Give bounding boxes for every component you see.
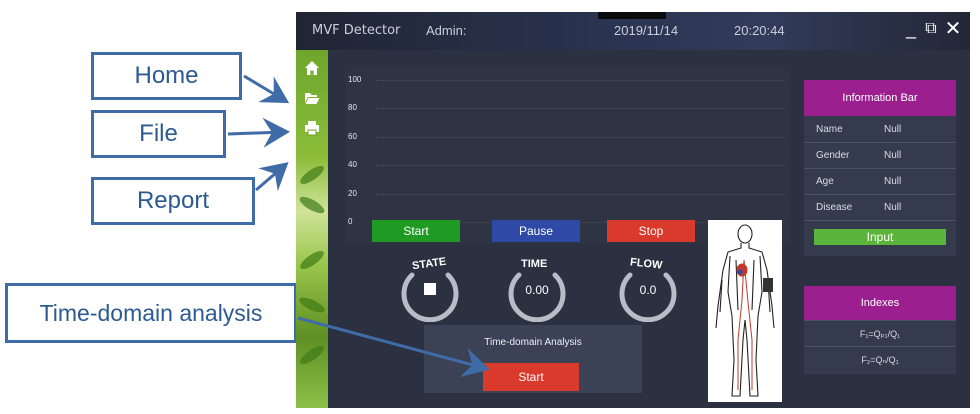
stop-button[interactable]: Stop bbox=[607, 220, 695, 242]
indexes-header: Indexes bbox=[804, 286, 956, 320]
bamboo-leaf-decor bbox=[297, 193, 327, 217]
input-button[interactable]: Input bbox=[814, 229, 946, 245]
flow-value: 0.0 bbox=[639, 283, 657, 297]
bamboo-leaf-decor bbox=[297, 247, 327, 273]
file-callout-text: File bbox=[139, 120, 178, 147]
home-icon[interactable] bbox=[304, 60, 320, 76]
info-row-disease: Disease Null bbox=[804, 194, 956, 221]
app-window: MVF Detector Admin: 2019/11/14 20:20:44 … bbox=[296, 12, 970, 408]
y-tick-label: 0 bbox=[348, 217, 353, 226]
info-row-name: Name Null bbox=[804, 116, 956, 143]
gridline bbox=[376, 193, 786, 195]
close-button[interactable]: ✕ bbox=[942, 18, 964, 40]
index-f1: F₁=Qₚ₁/Q₁ bbox=[804, 320, 956, 347]
gridline bbox=[376, 136, 786, 138]
report-callout-text: Report bbox=[136, 187, 210, 214]
info-label: Age bbox=[816, 176, 834, 187]
info-row-gender: Gender Null bbox=[804, 142, 956, 169]
gridline bbox=[376, 108, 786, 110]
time-domain-callout-text: Time-domain analysis bbox=[39, 299, 263, 326]
folder-open-icon[interactable] bbox=[304, 90, 320, 106]
y-tick-label: 80 bbox=[348, 103, 357, 113]
info-row-age: Age Null bbox=[804, 168, 956, 195]
time-domain-title: Time-domain Analysis bbox=[484, 337, 582, 348]
waveform-chart: 100 80 60 40 20 0 bbox=[346, 66, 790, 244]
start-button[interactable]: Start bbox=[372, 220, 460, 242]
info-label: Name bbox=[816, 124, 843, 135]
report-arrow bbox=[255, 162, 289, 192]
y-tick-label: 20 bbox=[348, 188, 357, 198]
gridline bbox=[376, 165, 786, 167]
minimize-button[interactable]: _ bbox=[900, 18, 922, 40]
bamboo-leaf-decor bbox=[297, 162, 327, 188]
time-label: TIME bbox=[521, 258, 548, 270]
pause-button[interactable]: Pause bbox=[492, 220, 580, 242]
file-arrow bbox=[227, 117, 290, 148]
time-display: 20:20:44 bbox=[734, 23, 785, 38]
info-value: Null bbox=[884, 150, 902, 161]
title-bar: MVF Detector Admin: 2019/11/14 20:20:44 … bbox=[296, 12, 970, 50]
report-callout: Report bbox=[91, 177, 255, 225]
info-label: Gender bbox=[816, 150, 850, 161]
info-value: Null bbox=[884, 202, 902, 213]
time-domain-panel: Time-domain Analysis Start bbox=[424, 325, 642, 393]
time-value: 0.00 bbox=[525, 283, 549, 297]
time-domain-callout: Time-domain analysis bbox=[5, 283, 297, 343]
home-callout: Home bbox=[91, 52, 242, 100]
admin-label: Admin: bbox=[426, 23, 467, 38]
home-callout-text: Home bbox=[134, 62, 199, 89]
home-arrow bbox=[243, 74, 290, 104]
app-title: MVF Detector bbox=[312, 23, 401, 38]
indexes-panel: Indexes F₁=Qₚ₁/Q₁ F₂=Qₙ/Q₁ bbox=[804, 286, 956, 374]
stop-square-icon bbox=[424, 283, 436, 295]
information-bar-header: Information Bar bbox=[804, 80, 956, 116]
file-callout: File bbox=[91, 110, 226, 158]
bamboo-leaf-decor bbox=[297, 342, 327, 368]
info-value: Null bbox=[884, 176, 902, 187]
information-bar-panel: Information Bar Name Null Gender Null Ag… bbox=[804, 80, 956, 256]
y-tick-label: 40 bbox=[348, 160, 357, 170]
index-f2: F₂=Qₙ/Q₁ bbox=[804, 346, 956, 373]
printer-icon[interactable] bbox=[304, 120, 320, 136]
time-domain-start-button[interactable]: Start bbox=[483, 363, 579, 391]
human-body-diagram bbox=[708, 220, 782, 402]
sidebar bbox=[296, 50, 328, 408]
y-tick-label: 100 bbox=[348, 75, 362, 84]
camera-notch bbox=[598, 12, 666, 19]
info-value: Null bbox=[884, 124, 902, 135]
info-label: Disease bbox=[816, 202, 853, 213]
gridline bbox=[376, 80, 786, 81]
bamboo-leaf-decor bbox=[297, 294, 327, 316]
y-tick-label: 60 bbox=[348, 131, 357, 141]
restore-button[interactable]: ⧉ bbox=[920, 18, 942, 40]
date-display: 2019/11/14 bbox=[614, 23, 679, 38]
